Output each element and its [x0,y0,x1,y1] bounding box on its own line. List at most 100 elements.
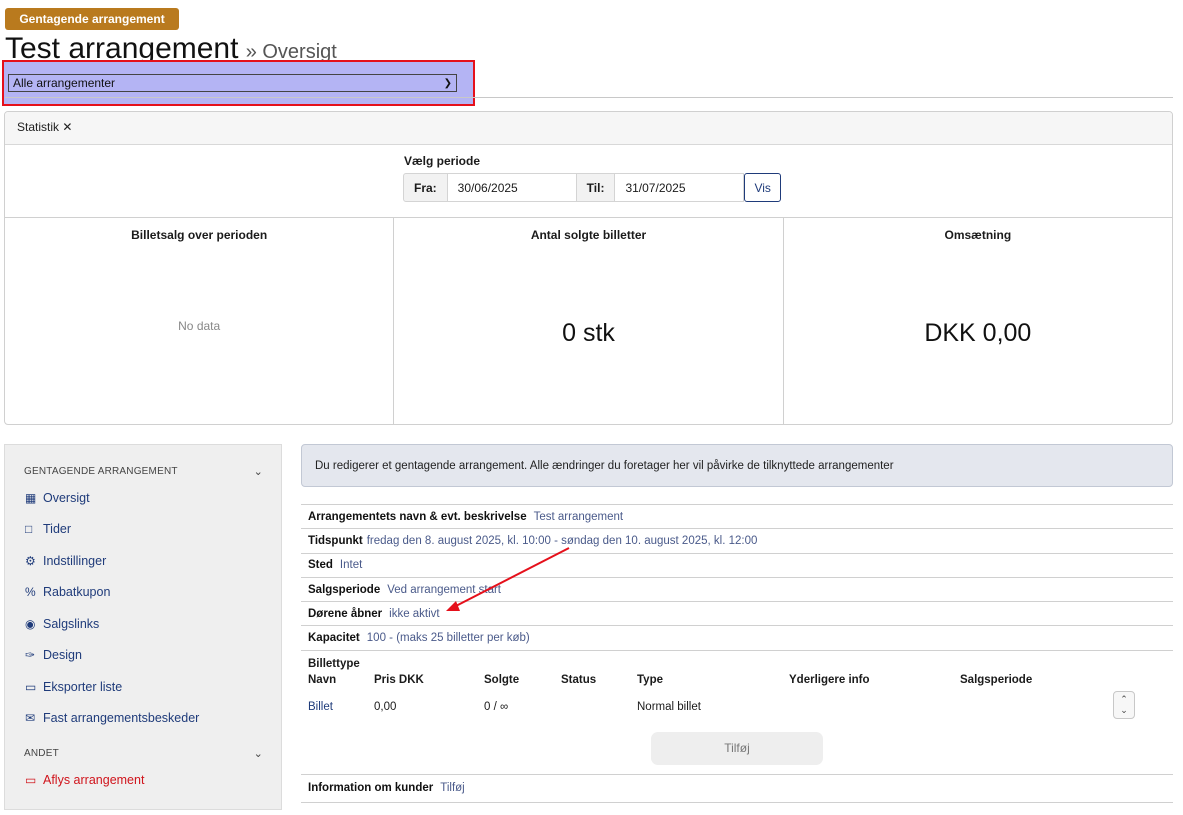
column-header: Type [637,673,663,686]
column-header: Status [561,673,597,686]
detail-value-link[interactable]: fredag den 8. august 2025, kl. 10:00 - s… [367,535,758,547]
detail-label: Tidspunkt [308,534,363,547]
detail-value-link[interactable]: Tilføj [440,782,464,794]
column-header: Pris DKK [374,673,424,686]
sidebar-item-label: Fast arrangementsbeskeder [43,711,200,726]
ticket-name-link[interactable]: Billet [308,701,333,713]
folder-open-icon: ▭ [25,772,37,787]
sidebar-item-label: Rabatkupon [43,585,111,600]
chevron-down-icon: ❯ [443,77,452,89]
show-button[interactable]: Vis [744,173,781,202]
detail-row-doors-open: Dørene åbner ikke aktivt [301,601,1173,625]
globe-icon: ◉ [25,616,36,631]
detail-label: Dørene åbner [308,607,383,620]
detail-row-sales-period: Salgsperiode Ved arrangement start [301,576,1173,601]
sales-over-period: Billetsalg over perioden No data [5,218,395,424]
calendar-icon: □ [25,522,33,537]
detail-value-link[interactable]: Intet [340,559,362,571]
event-type-badge: Gentagende arrangement [5,8,179,30]
event-select-highlight: Alle arrangementer ❯ [2,60,475,106]
add-ticket-button[interactable]: Tilføj [651,731,823,765]
percent-icon: % [25,585,36,600]
recurring-edit-notice: Du redigerer et gentagende arrangement. … [301,444,1173,487]
column-header: Navn [308,673,337,686]
sidebar-item-tider[interactable]: □ Tider [5,514,281,546]
sidebar: GENTAGENDE ARRANGEMENT ⌄ ▦ Oversigt □ Tide… [4,444,282,810]
statistics-panel: Statistik ✕ Vælg periode Fra: 30/06/2025… [4,111,1173,425]
sidebar-item-rabatkupon[interactable]: % Rabatkupon [5,577,281,609]
tickets-sold: Antal solgte billetter 0 stk [394,218,784,424]
chevron-down-icon[interactable]: ⌄ [1120,705,1128,716]
divider [301,801,1173,810]
gear-icon: ⚙ [25,553,36,568]
column-header: Yderligere info [789,673,870,686]
divider [5,97,1173,98]
ticket-price: 0,00 [374,700,397,713]
folder-icon: ▭ [25,679,37,694]
sidebar-item-oversigt[interactable]: ▦ Oversigt [5,482,281,514]
stat-title: Omsætning [944,228,1012,242]
detail-label: Sted [308,559,333,572]
revenue: Omsætning DKK 0,00 [784,218,1172,424]
ticket-type: Normal billet [637,700,701,713]
stat-title: Antal solgte billetter [530,228,647,242]
sidebar-item-label: Salgslinks [43,616,100,631]
detail-value-link[interactable]: 100 - (maks 25 billetter per køb) [367,632,530,644]
from-label: Fra: [403,173,448,202]
stat-no-data: No data [178,319,221,333]
sidebar-item-label: Eksporter liste [43,679,123,694]
from-date-input[interactable]: 30/06/2025 [447,173,577,202]
reorder-stepper[interactable]: ⌃ ⌄ [1113,690,1135,719]
stat-value: 0 stk [562,319,615,347]
chevron-down-icon: ⌄ [253,747,263,760]
detail-row-capacity: Kapacitet 100 - (maks 25 billetter per kø… [301,625,1173,649]
brush-icon: ✑ [25,648,36,663]
sidebar-item-eksporter[interactable]: ▭ Eksporter liste [5,671,281,703]
envelope-icon: ✉ [25,711,36,726]
ticket-sold: 0 / ∞ [484,700,509,713]
sidebar-section-label: GENTAGENDE ARRANGEMENT [24,465,178,477]
detail-label: Information om kunder [308,782,434,795]
period-picker: Vælg periode Fra: 30/06/2025 Til: 31/07/… [403,154,781,202]
table-icon: ▦ [25,490,37,505]
ticket-types: Billettype Navn Pris DKK Solgte Status T… [301,649,1173,774]
sidebar-item-design[interactable]: ✑ Design [5,640,281,672]
detail-row-time: Tidspunkt fredag den 8. august 2025, kl. … [301,528,1173,552]
sidebar-item-indstillinger[interactable]: ⚙ Indstillinger [5,545,281,577]
column-header: Solgte [484,673,520,686]
sidebar-section-other[interactable]: ANDET ⌄ [5,742,281,764]
detail-row-name: Arrangementets navn & evt. beskrivelse Te… [301,504,1173,528]
sidebar-item-label: Aflys arrangement [43,772,145,787]
statistics-grid: Billetsalg over perioden No data Antal s… [5,217,1172,424]
event-select-value: Alle arrangementer [13,76,116,90]
detail-row-place: Sted Intet [301,552,1173,577]
sidebar-section-label: ANDET [24,747,59,759]
sidebar-item-label: Indstillinger [43,553,107,568]
statistics-tab[interactable]: Statistik ✕ [5,112,1172,145]
sidebar-item-label: Oversigt [43,490,90,505]
detail-value-link[interactable]: ikke aktivt [389,608,440,620]
sidebar-item-label: Design [43,648,82,663]
detail-label: Salgsperiode [308,583,381,596]
detail-value-link[interactable]: Ved arrangement start [387,584,501,596]
period-label: Vælg periode [404,154,481,168]
to-date-input[interactable]: 31/07/2025 [615,173,745,202]
ticket-types-label: Billettype [308,657,360,670]
sidebar-item-beskeder[interactable]: ✉ Fast arrangementsbeskeder [5,703,281,735]
chevron-down-icon: ⌄ [253,465,263,478]
chevron-up-icon[interactable]: ⌃ [1120,694,1128,705]
sidebar-section-recurring[interactable]: GENTAGENDE ARRANGEMENT ⌄ [5,460,281,482]
stat-title: Billetsalg over perioden [131,228,268,242]
sidebar-item-cancel-event[interactable]: ▭ Aflys arrangement [5,764,281,796]
sidebar-item-salgslinks[interactable]: ◉ Salgslinks [5,608,281,640]
to-label: Til: [576,173,616,202]
detail-label: Arrangementets navn & evt. beskrivelse [308,510,527,523]
detail-value-link[interactable]: Test arrangement [534,511,624,523]
stat-value: DKK 0,00 [924,319,1032,347]
detail-row-customer-info: Information om kunder Tilføj [301,773,1173,802]
event-details: Arrangementets navn & evt. beskrivelse Te… [301,504,1173,810]
sidebar-item-label: Tider [43,522,72,537]
column-header: Salgsperiode [960,673,1033,686]
event-select[interactable]: Alle arrangementer ❯ [8,74,457,92]
detail-label: Kapacitet [308,632,360,645]
